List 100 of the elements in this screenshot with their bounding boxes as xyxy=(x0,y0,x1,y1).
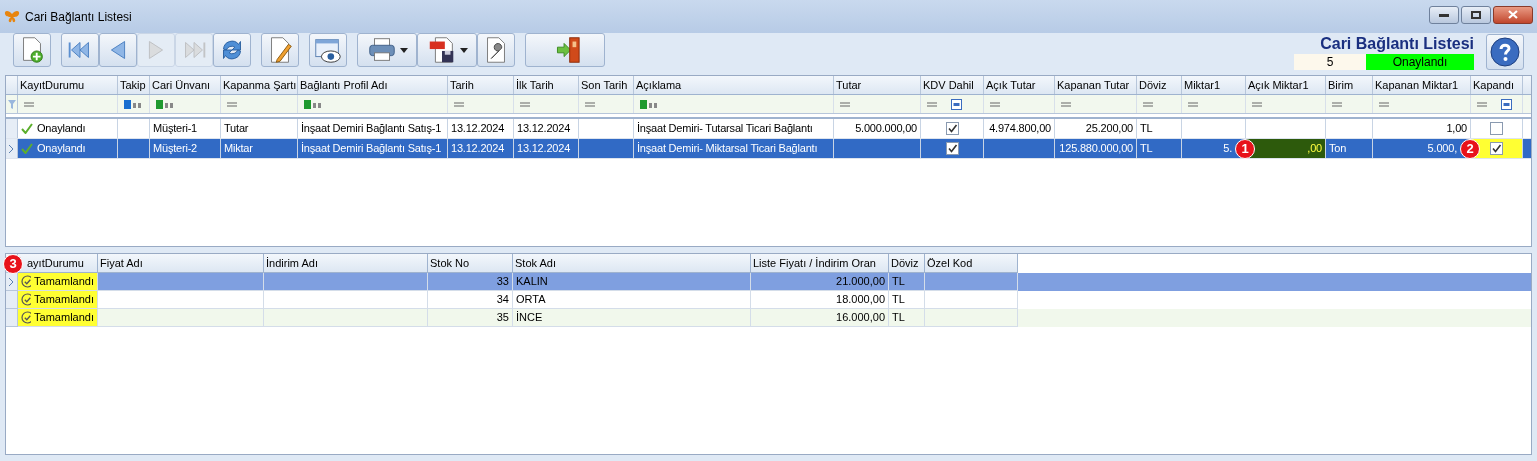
column-header[interactable]: Tutar xyxy=(834,76,921,94)
equals-operator-icon[interactable] xyxy=(1143,101,1153,107)
column-header[interactable]: Kapanan Tutar xyxy=(1055,76,1137,94)
minimize-button[interactable] xyxy=(1429,5,1459,24)
previous-button[interactable] xyxy=(99,33,137,67)
help-button[interactable] xyxy=(1486,34,1524,70)
text-filter-icon[interactable] xyxy=(640,99,658,109)
table-cell-text: 13.12.2024 xyxy=(451,141,505,157)
table-cell-text: TL xyxy=(892,310,905,326)
callout-marker: 2 xyxy=(1460,139,1480,159)
text-filter-icon[interactable] xyxy=(124,99,142,109)
table-cell-text: İnşaat Demiri Bağlantı Satış-1 xyxy=(301,121,442,137)
checkbox[interactable] xyxy=(945,122,959,135)
first-button[interactable] xyxy=(61,33,99,67)
table-cell-text: TL xyxy=(1140,141,1153,157)
table-cell-text: Müşteri-1 xyxy=(153,121,198,137)
table-cell-text: Miktar xyxy=(224,141,253,157)
new-button[interactable] xyxy=(13,33,51,67)
table-cell-text: 4.974.800,00 xyxy=(989,121,1051,137)
column-header[interactable]: Kapandı xyxy=(1471,76,1523,94)
equals-operator-icon[interactable] xyxy=(1252,101,1262,107)
equals-operator-icon[interactable] xyxy=(990,101,1000,107)
column-header[interactable]: Takip xyxy=(118,76,150,94)
equals-operator-icon[interactable] xyxy=(1477,101,1487,107)
column-header[interactable]: Liste Fiyatı / İndirim Oran xyxy=(751,254,889,273)
column-header[interactable]: Tarih xyxy=(448,76,514,94)
text-filter-icon[interactable] xyxy=(304,99,322,109)
column-header[interactable]: Açık Tutar xyxy=(984,76,1055,94)
column-header[interactable]: İndirim Adı xyxy=(264,254,428,273)
column-header[interactable]: Açıklama xyxy=(634,76,834,94)
equals-operator-icon[interactable] xyxy=(1379,101,1389,107)
row-pointer-icon xyxy=(9,144,14,153)
equals-operator-icon[interactable] xyxy=(585,101,595,107)
column-header[interactable]: Döviz xyxy=(1137,76,1182,94)
column-header[interactable]: Döviz xyxy=(889,254,925,273)
filter-box-icon[interactable] xyxy=(1501,98,1512,110)
equals-operator-icon[interactable] xyxy=(927,101,937,107)
column-header[interactable]: Kapanan Miktar1 xyxy=(1373,76,1471,94)
edit-button[interactable] xyxy=(261,33,299,67)
table-cell-text: Tamamlandı xyxy=(34,274,94,290)
column-header[interactable]: Stok No xyxy=(428,254,513,273)
checkbox[interactable] xyxy=(945,142,959,155)
column-header[interactable]: Özel Kod xyxy=(925,254,1018,273)
column-header[interactable]: Bağlantı Profil Adı xyxy=(298,76,448,94)
text-filter-icon[interactable] xyxy=(156,99,174,109)
column-header[interactable]: Fiyat Adı xyxy=(98,254,264,273)
table-cell-text: ORTA xyxy=(516,292,546,308)
equals-operator-icon[interactable] xyxy=(1188,101,1198,107)
status-label: Onaylandı xyxy=(1366,54,1474,70)
table-cell-text: 25.200,00 xyxy=(1085,121,1133,137)
dropdown-caret-icon xyxy=(400,47,408,53)
table-cell-text: Tamamlandı xyxy=(34,292,94,308)
filter-icon[interactable] xyxy=(7,99,16,109)
table-cell-text: TL xyxy=(1140,121,1153,137)
table-cell-text: Onaylandı xyxy=(37,121,86,137)
column-header[interactable]: Miktar1 xyxy=(1182,76,1246,94)
pdf-button[interactable] xyxy=(417,33,477,67)
row-pointer-icon xyxy=(9,277,14,286)
checkbox[interactable] xyxy=(1490,142,1503,155)
refresh-button[interactable] xyxy=(213,33,251,67)
table-cell-text: 1,00 xyxy=(1446,121,1467,137)
table-cell-text: 21.000,00 xyxy=(836,274,885,290)
column-header[interactable]: Birim xyxy=(1326,76,1373,94)
filter-box-icon[interactable] xyxy=(951,98,962,110)
checkmark-icon xyxy=(21,143,33,154)
equals-operator-icon[interactable] xyxy=(1332,101,1342,107)
table-cell-text: Müşteri-2 xyxy=(153,141,198,157)
column-header[interactable]: ayıtDurumu xyxy=(18,254,98,273)
column-header[interactable]: Stok Adı xyxy=(513,254,751,273)
row-indicator[interactable] xyxy=(6,139,18,158)
table-cell-text: 18.000,00 xyxy=(836,292,885,308)
checkbox[interactable] xyxy=(1490,122,1503,135)
column-header[interactable]: Cari Ünvanı xyxy=(150,76,221,94)
equals-operator-icon[interactable] xyxy=(227,101,237,107)
close-button[interactable] xyxy=(1493,5,1533,24)
table-cell-text: TL xyxy=(892,292,905,308)
column-header[interactable]: İlk Tarih xyxy=(514,76,579,94)
help-icon xyxy=(1490,37,1520,67)
equals-operator-icon[interactable] xyxy=(520,101,530,107)
equals-operator-icon[interactable] xyxy=(454,101,464,107)
print-button[interactable] xyxy=(357,33,417,67)
column-header[interactable]: KayıtDurumu xyxy=(18,76,118,94)
table-cell-text: 13.12.2024 xyxy=(517,121,571,137)
row-indicator[interactable] xyxy=(6,273,18,291)
column-header[interactable]: Son Tarih xyxy=(579,76,634,94)
table-cell-text: 33 xyxy=(496,274,509,290)
column-header[interactable]: Açık Miktar1 xyxy=(1246,76,1326,94)
settings-button[interactable] xyxy=(477,33,515,67)
table-cell-text: 34 xyxy=(496,292,509,308)
table-cell-text: 35 xyxy=(496,310,509,326)
maximize-button[interactable] xyxy=(1461,5,1491,24)
butterfly-icon xyxy=(4,9,20,24)
column-header[interactable]: Kapanma Şartı xyxy=(221,76,298,94)
table-cell-text: Tutar xyxy=(224,121,249,137)
equals-operator-icon[interactable] xyxy=(840,101,850,107)
column-header[interactable]: KDV Dahil xyxy=(921,76,984,94)
equals-operator-icon[interactable] xyxy=(1061,101,1071,107)
equals-operator-icon[interactable] xyxy=(24,101,34,107)
preview-button[interactable] xyxy=(309,33,347,67)
exit-button[interactable] xyxy=(525,33,605,67)
